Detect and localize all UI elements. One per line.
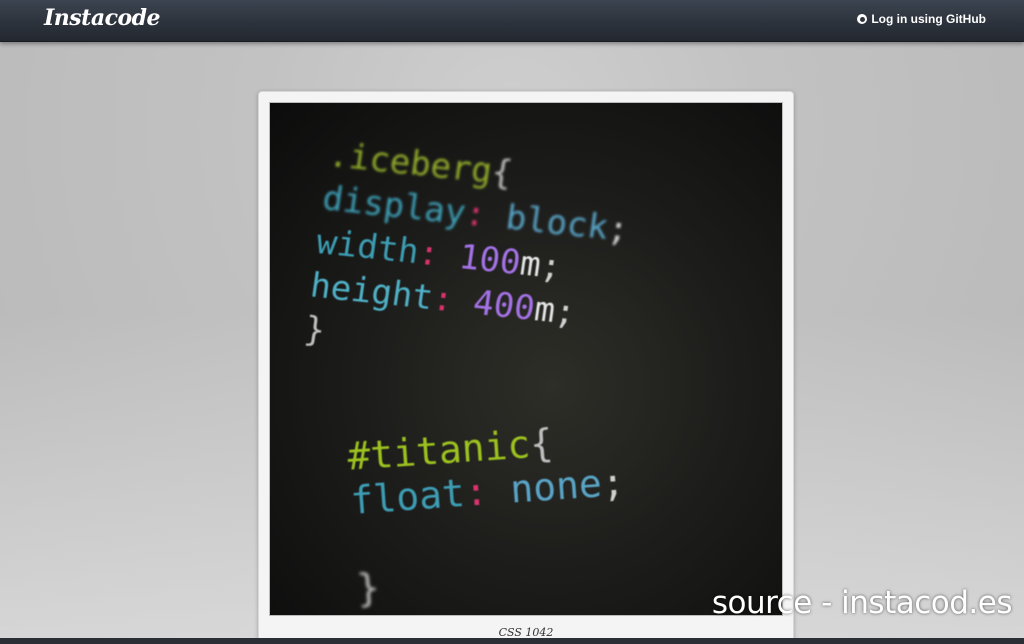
source-watermark: source - instacod.es xyxy=(711,585,1013,621)
top-navbar: Instacode Log in using GitHub xyxy=(0,0,1024,42)
code-token: none xyxy=(508,461,604,512)
code-token: 400 xyxy=(470,282,538,329)
site-logo[interactable]: Instacode xyxy=(44,5,161,31)
code-token: } xyxy=(355,565,382,611)
code-token: { xyxy=(528,420,555,467)
code-block-titanic: #titanic{float: none; } xyxy=(346,416,632,611)
code-token: } xyxy=(301,309,328,352)
code-token: : xyxy=(462,193,509,238)
code-token: ; xyxy=(605,208,632,251)
code-token: float xyxy=(349,470,467,523)
code-token: ; xyxy=(600,459,627,506)
bottom-bar xyxy=(0,638,1024,644)
code-token: : xyxy=(429,278,477,323)
github-icon xyxy=(857,14,868,24)
code-token: : xyxy=(415,232,462,277)
login-label: Log in using GitHub xyxy=(871,12,986,26)
github-login-link[interactable]: Log in using GitHub xyxy=(857,12,986,26)
image-card: .iceberg{display: block; width: 100m; heig… xyxy=(258,91,794,644)
code-token: { xyxy=(489,152,515,194)
code-token: 100 xyxy=(456,237,524,284)
code-token: : xyxy=(463,467,512,515)
code-token: ; xyxy=(552,291,579,334)
code-block-iceberg: .iceberg{display: block; width: 100m; heig… xyxy=(301,133,637,383)
code-photo[interactable]: .iceberg{display: block; width: 100m; heig… xyxy=(269,102,783,616)
code-token: ; xyxy=(537,245,564,288)
